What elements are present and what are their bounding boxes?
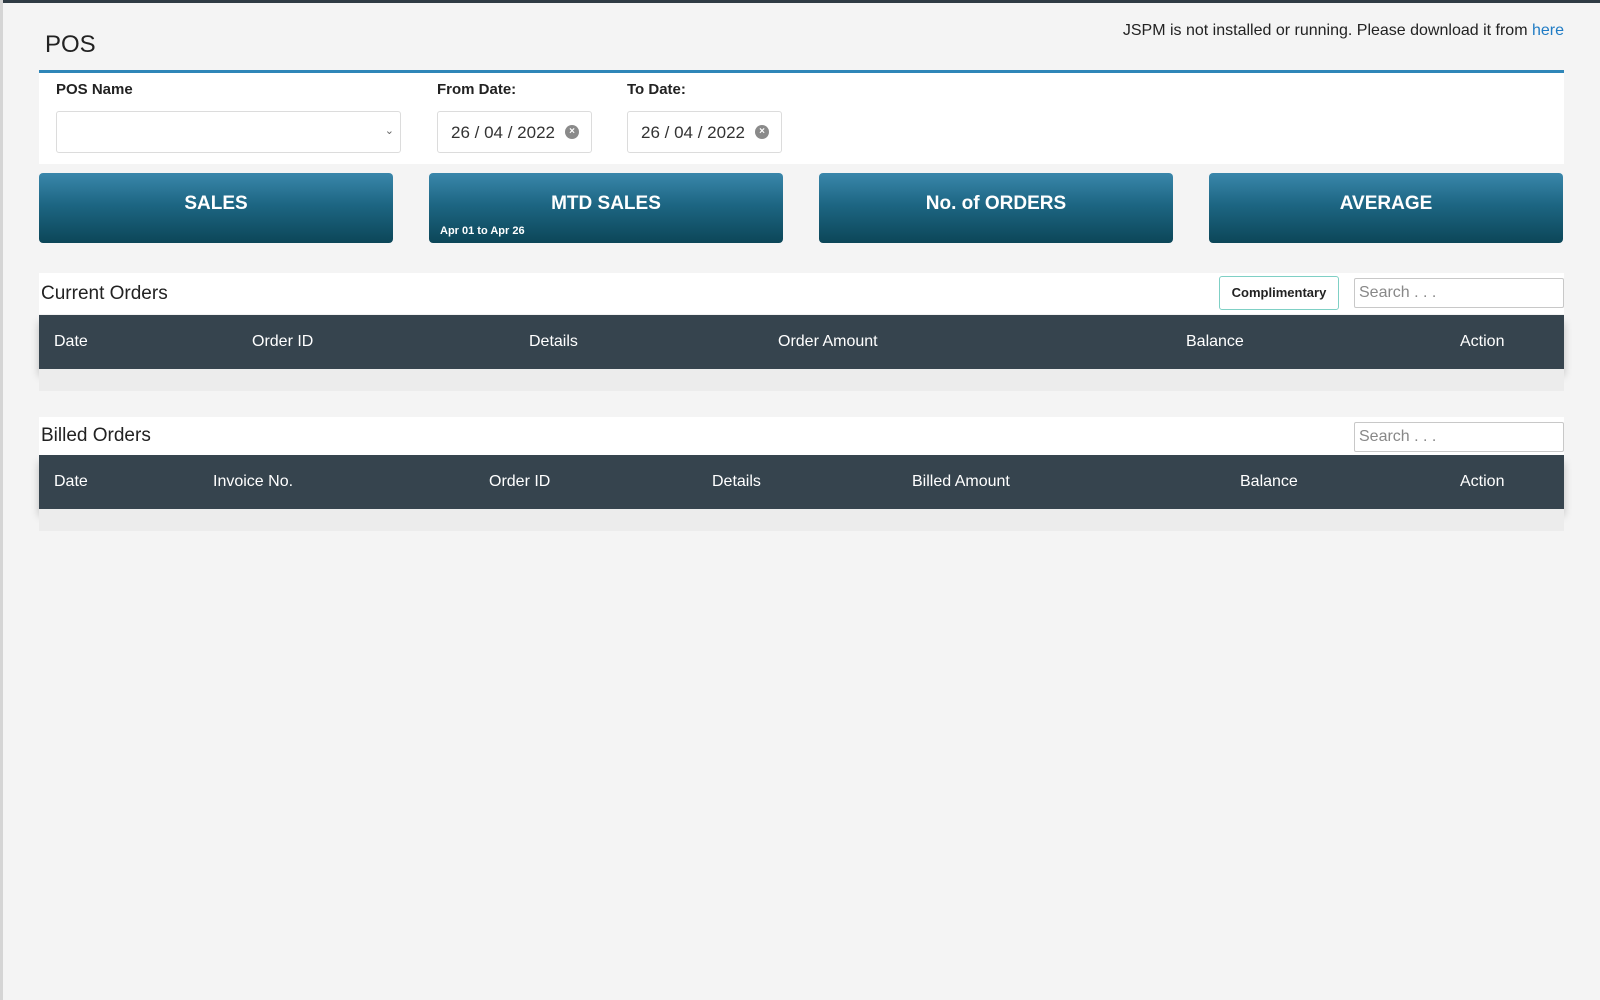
billed-orders-header: Billed Orders <box>39 417 1564 455</box>
column-header-order-amount[interactable]: Order Amount <box>778 333 878 351</box>
current-orders-table-header: Date Order ID Details Order Amount Balan… <box>39 315 1564 369</box>
column-header-date[interactable]: Date <box>54 333 88 351</box>
billed-orders-title: Billed Orders <box>41 425 151 446</box>
complimentary-button[interactable]: Complimentary <box>1219 276 1339 310</box>
top-border <box>0 0 1600 3</box>
orders-count-button[interactable]: No. of ORDERS <box>819 173 1173 243</box>
to-date-label: To Date: <box>627 81 686 98</box>
column-header-action[interactable]: Action <box>1460 473 1504 491</box>
column-header-date[interactable]: Date <box>54 473 88 491</box>
left-border <box>0 0 3 1000</box>
pos-name-label: POS Name <box>56 81 133 98</box>
column-header-action[interactable]: Action <box>1460 333 1504 351</box>
mtd-sales-label: MTD SALES <box>551 193 661 214</box>
average-button[interactable]: AVERAGE <box>1209 173 1563 243</box>
average-label: AVERAGE <box>1339 193 1433 214</box>
current-orders-header: Current Orders Complimentary <box>39 273 1564 314</box>
column-header-balance[interactable]: Balance <box>1240 473 1298 491</box>
sales-button[interactable]: SALES <box>39 173 393 243</box>
mtd-sales-button[interactable]: MTD SALES Apr 01 to Apr 26 <box>429 173 783 243</box>
clear-circle-icon[interactable]: × <box>565 125 579 139</box>
current-orders-table-body <box>39 369 1564 391</box>
from-date-field[interactable]: 26 / 04 / 2022 × <box>437 111 592 153</box>
to-date-value: 26 / 04 / 2022 <box>641 123 745 142</box>
orders-count-label: No. of ORDERS <box>925 193 1067 214</box>
column-header-billed-amount[interactable]: Billed Amount <box>912 473 1010 491</box>
chevron-down-icon: ⌄ <box>384 125 394 137</box>
billed-orders-table-body <box>39 509 1564 531</box>
column-header-invoice-no[interactable]: Invoice No. <box>213 473 293 491</box>
column-header-balance[interactable]: Balance <box>1186 333 1244 351</box>
pos-name-select[interactable]: ⌄ <box>56 111 401 153</box>
to-date-field[interactable]: 26 / 04 / 2022 × <box>627 111 782 153</box>
billed-orders-search-input[interactable] <box>1354 422 1564 452</box>
jspm-notice-text: JSPM is not installed or running. Please… <box>1122 22 1532 39</box>
jspm-notice: JSPM is not installed or running. Please… <box>1123 22 1564 40</box>
clear-circle-icon[interactable]: × <box>755 125 769 139</box>
mtd-range-label: Apr 01 to Apr 26 <box>440 225 525 237</box>
current-orders-search-input[interactable] <box>1354 278 1564 308</box>
column-header-details[interactable]: Details <box>529 333 578 351</box>
page-title: POS <box>45 31 96 58</box>
jspm-download-link[interactable]: here <box>1532 22 1564 39</box>
from-date-value: 26 / 04 / 2022 <box>451 123 555 142</box>
from-date-label: From Date: <box>437 81 517 98</box>
billed-orders-table-header: Date Invoice No. Order ID Details Billed… <box>39 455 1564 509</box>
column-header-details[interactable]: Details <box>712 473 761 491</box>
column-header-order-id[interactable]: Order ID <box>489 473 550 491</box>
current-orders-title: Current Orders <box>41 283 168 304</box>
sales-label: SALES <box>184 193 248 214</box>
column-header-order-id[interactable]: Order ID <box>252 333 313 351</box>
